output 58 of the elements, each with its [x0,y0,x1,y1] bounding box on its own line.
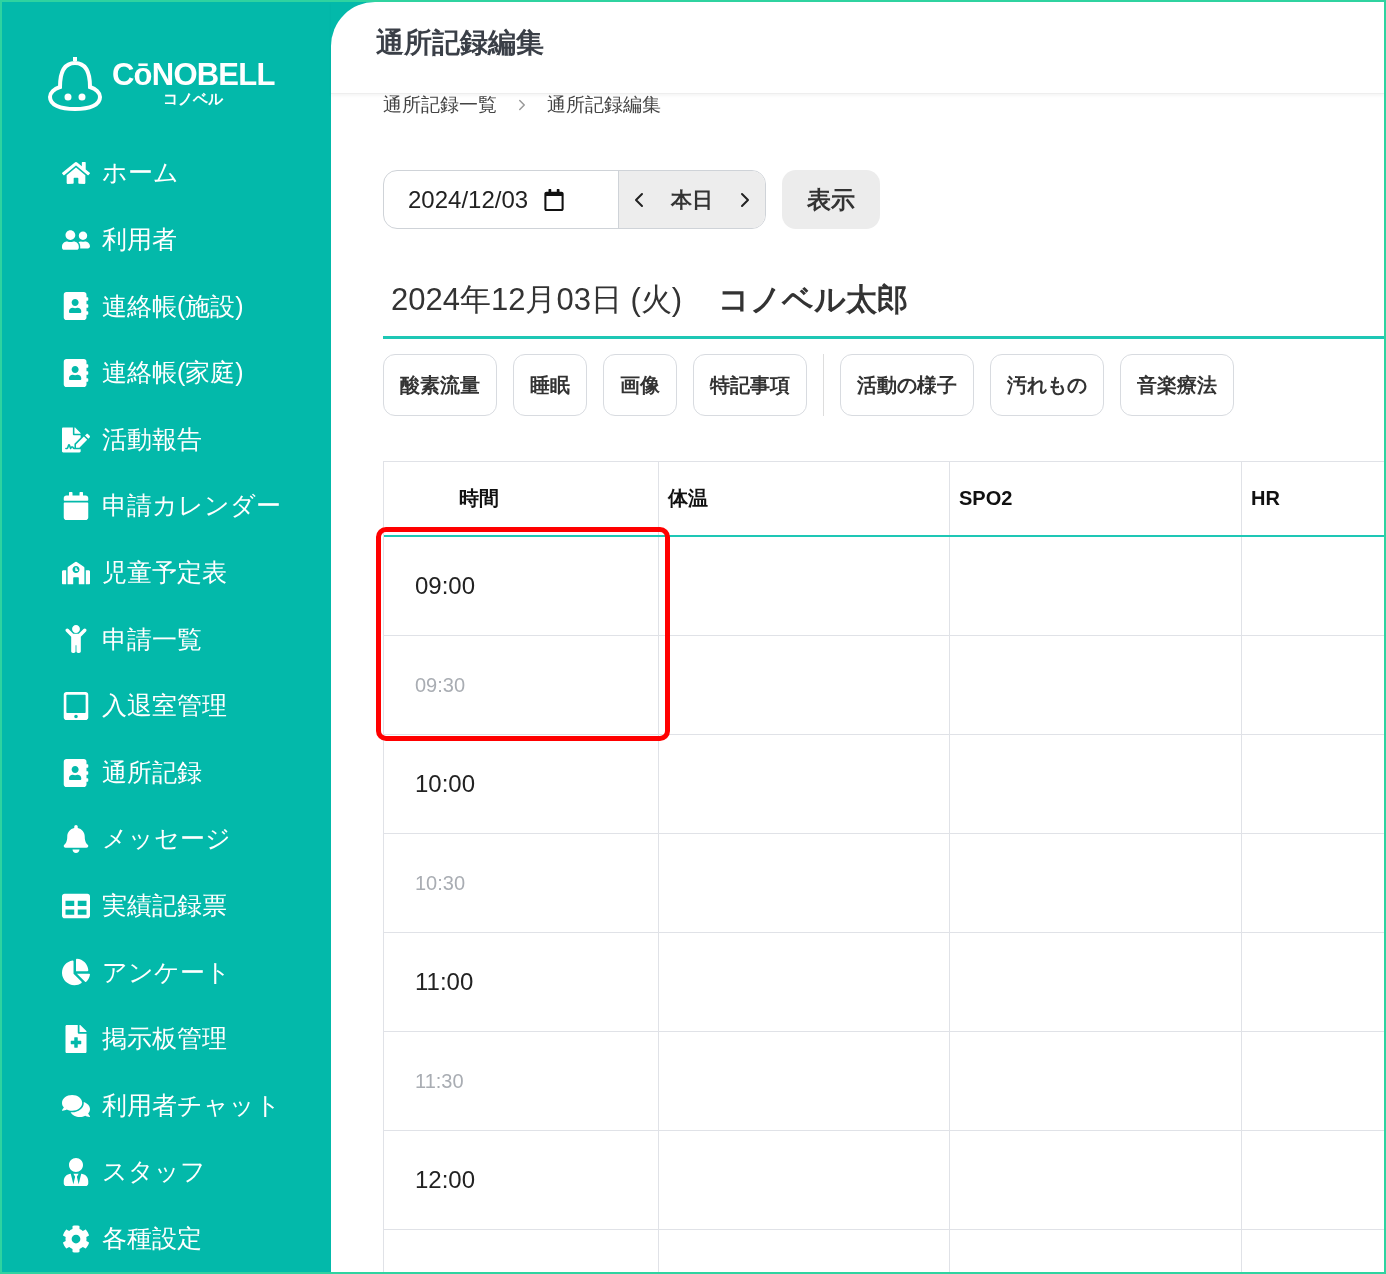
sidebar-item[interactable]: ホーム [62,139,331,207]
sidebar-item[interactable]: 利用者チャット [62,1072,331,1139]
date-value: 2024/12/03 [408,184,529,215]
document-pen-icon [62,425,90,454]
record-tab[interactable]: 汚れもの [990,353,1104,416]
sidebar-item[interactable]: 通所記録 [62,739,331,806]
sidebar-item[interactable]: 利用者 [62,206,331,274]
calendar-icon [62,492,90,521]
pie-chart-icon [62,958,90,987]
record-tab[interactable]: 音楽療法 [1120,353,1234,416]
sidebar-item[interactable]: 申請一覧 [62,606,331,673]
sidebar-item[interactable]: 実績記録票 [62,872,331,940]
contact-book-icon [62,758,90,787]
time-cell: 11:30 [384,1031,659,1130]
tablet-icon [62,691,90,720]
sidebar-item[interactable]: 児童予定表 [62,539,331,607]
time-cell: 12:00 [384,1130,659,1229]
record-tab[interactable]: 活動の様子 [840,353,974,416]
settings-icon [62,1224,90,1253]
date-picker[interactable]: 2024/12/03 本日 [383,170,766,229]
sidebar-item[interactable]: 入退室管理 [62,672,331,740]
column-header: 体温 [659,461,950,535]
sidebar-item[interactable]: 掲示板管理 [62,1005,331,1073]
time-cell: 10:00 [384,734,659,833]
sidebar-item[interactable]: スタッフ [62,1138,331,1206]
bell-icon [62,825,90,854]
record-tab[interactable]: 睡眠 [513,353,587,416]
time-cell: 09:00 [384,536,659,635]
page-title: 通所記録編集 [376,25,544,60]
logo-subtitle: コノベル [163,90,224,109]
time-cell: 09:30 [384,635,659,734]
sidebar-item[interactable]: 活動報告 [62,406,331,473]
contact-book-icon [62,292,90,321]
column-header: SPO2 [950,461,1242,535]
record-tab[interactable]: 画像 [603,353,677,416]
sidebar-item[interactable]: 各種設定 [62,1205,331,1272]
sidebar-item[interactable]: メッセージ [62,805,331,873]
record-name: コノベル太郎 [718,281,909,319]
today-link[interactable]: 本日 [671,183,713,216]
sidebar-item[interactable]: 申請カレンダー [62,472,331,540]
breadcrumb-link[interactable]: 通所記録一覧 [383,90,497,120]
show-button[interactable]: 表示 [782,170,880,229]
sidebar-item[interactable]: 連絡帳(施設) [62,273,331,340]
calendar-icon [544,188,565,211]
table-icon [62,891,90,920]
logo-wordmark: CōNOBELL [112,59,275,91]
user-icon [62,1158,90,1187]
sidebar-item[interactable]: アンケート [62,939,331,1006]
column-header: HR [1242,461,1384,535]
time-cell: 11:00 [384,932,659,1031]
column-header: 時間 [384,461,659,535]
record-tab[interactable]: 酸素流量 [383,353,497,416]
breadcrumb-link[interactable]: 通所記録編集 [547,90,661,120]
time-cell: 10:30 [384,833,659,932]
record-tab[interactable]: 特記事項 [693,353,807,416]
sidebar-item[interactable]: 連絡帳(家庭) [62,339,331,407]
record-date: 2024年12月03日 (火) [391,281,683,319]
contact-book-icon [62,359,90,387]
